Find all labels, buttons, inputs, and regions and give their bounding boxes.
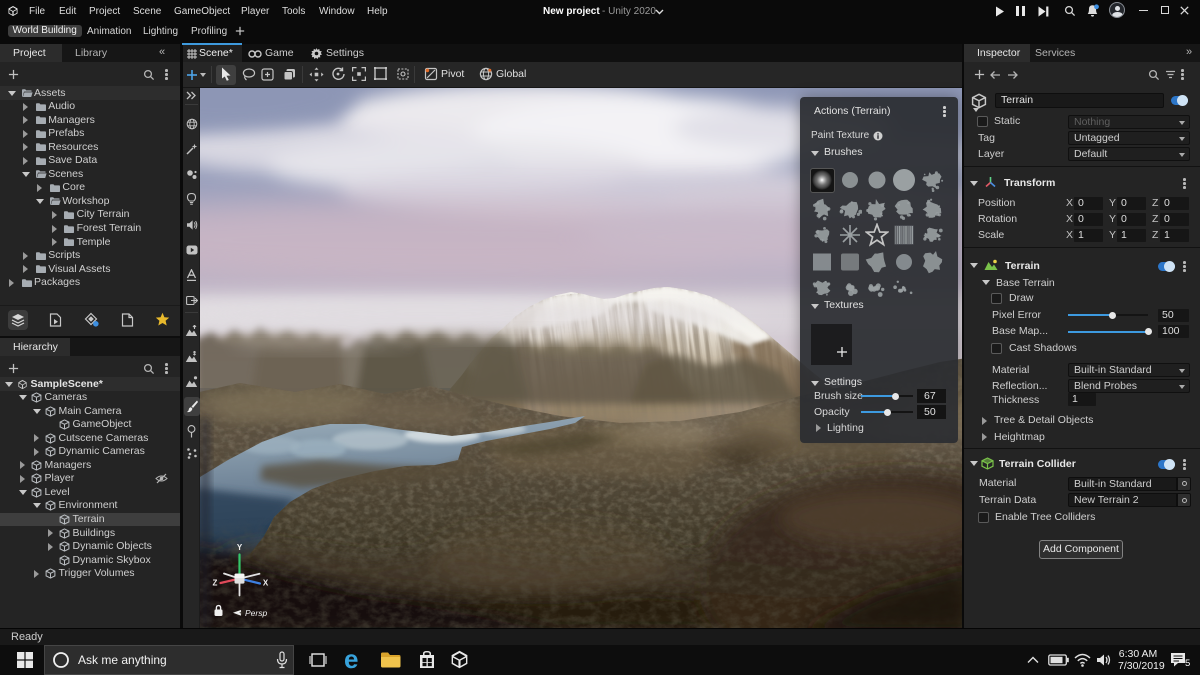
svg-text:X: X [263, 579, 269, 588]
svg-text:Y: Y [237, 543, 243, 552]
svg-text:Z: Z [213, 579, 218, 588]
svg-text:Persp: Persp [245, 608, 267, 618]
